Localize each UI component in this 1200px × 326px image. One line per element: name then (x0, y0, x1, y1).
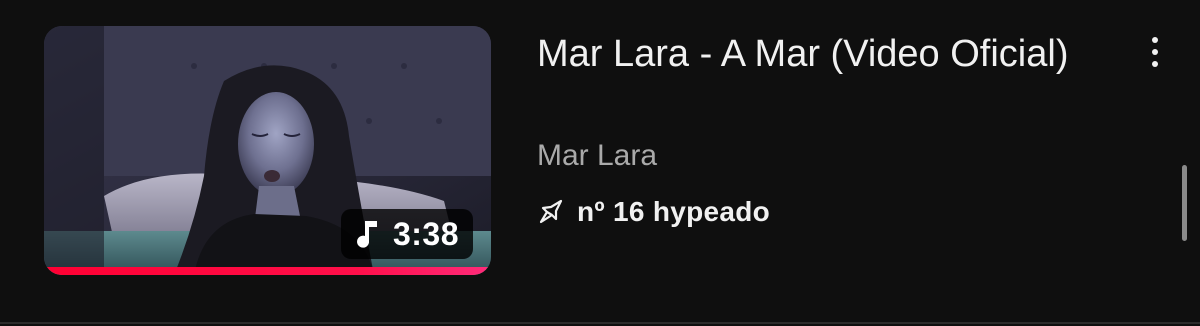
duration-badge: 3:38 (340, 209, 473, 259)
video-title[interactable]: Mar Lara - A Mar (Video Oficial) (537, 30, 1097, 78)
list-divider (0, 322, 1200, 324)
more-vertical-icon-dot (1152, 49, 1158, 55)
video-thumbnail[interactable]: 3:38 (44, 26, 491, 275)
watch-progress-fill (44, 267, 491, 275)
channel-name[interactable]: Mar Lara (537, 138, 657, 174)
more-options-button[interactable] (1139, 30, 1171, 74)
watch-progress-track (44, 267, 491, 275)
music-note-icon (356, 221, 377, 248)
hype-badge: nº 16 hypeado (537, 196, 770, 228)
hype-rank-text: nº 16 hypeado (577, 196, 771, 227)
duration-text: 3:38 (392, 215, 459, 252)
video-list-item[interactable]: 3:38 Mar Lara - A Mar (Video Oficial) Ma… (0, 0, 1200, 318)
hype-rocket-icon (539, 199, 563, 224)
more-vertical-icon (1152, 37, 1158, 43)
more-vertical-icon-dot (1152, 61, 1158, 67)
scrollbar-thumb[interactable] (1182, 165, 1187, 241)
